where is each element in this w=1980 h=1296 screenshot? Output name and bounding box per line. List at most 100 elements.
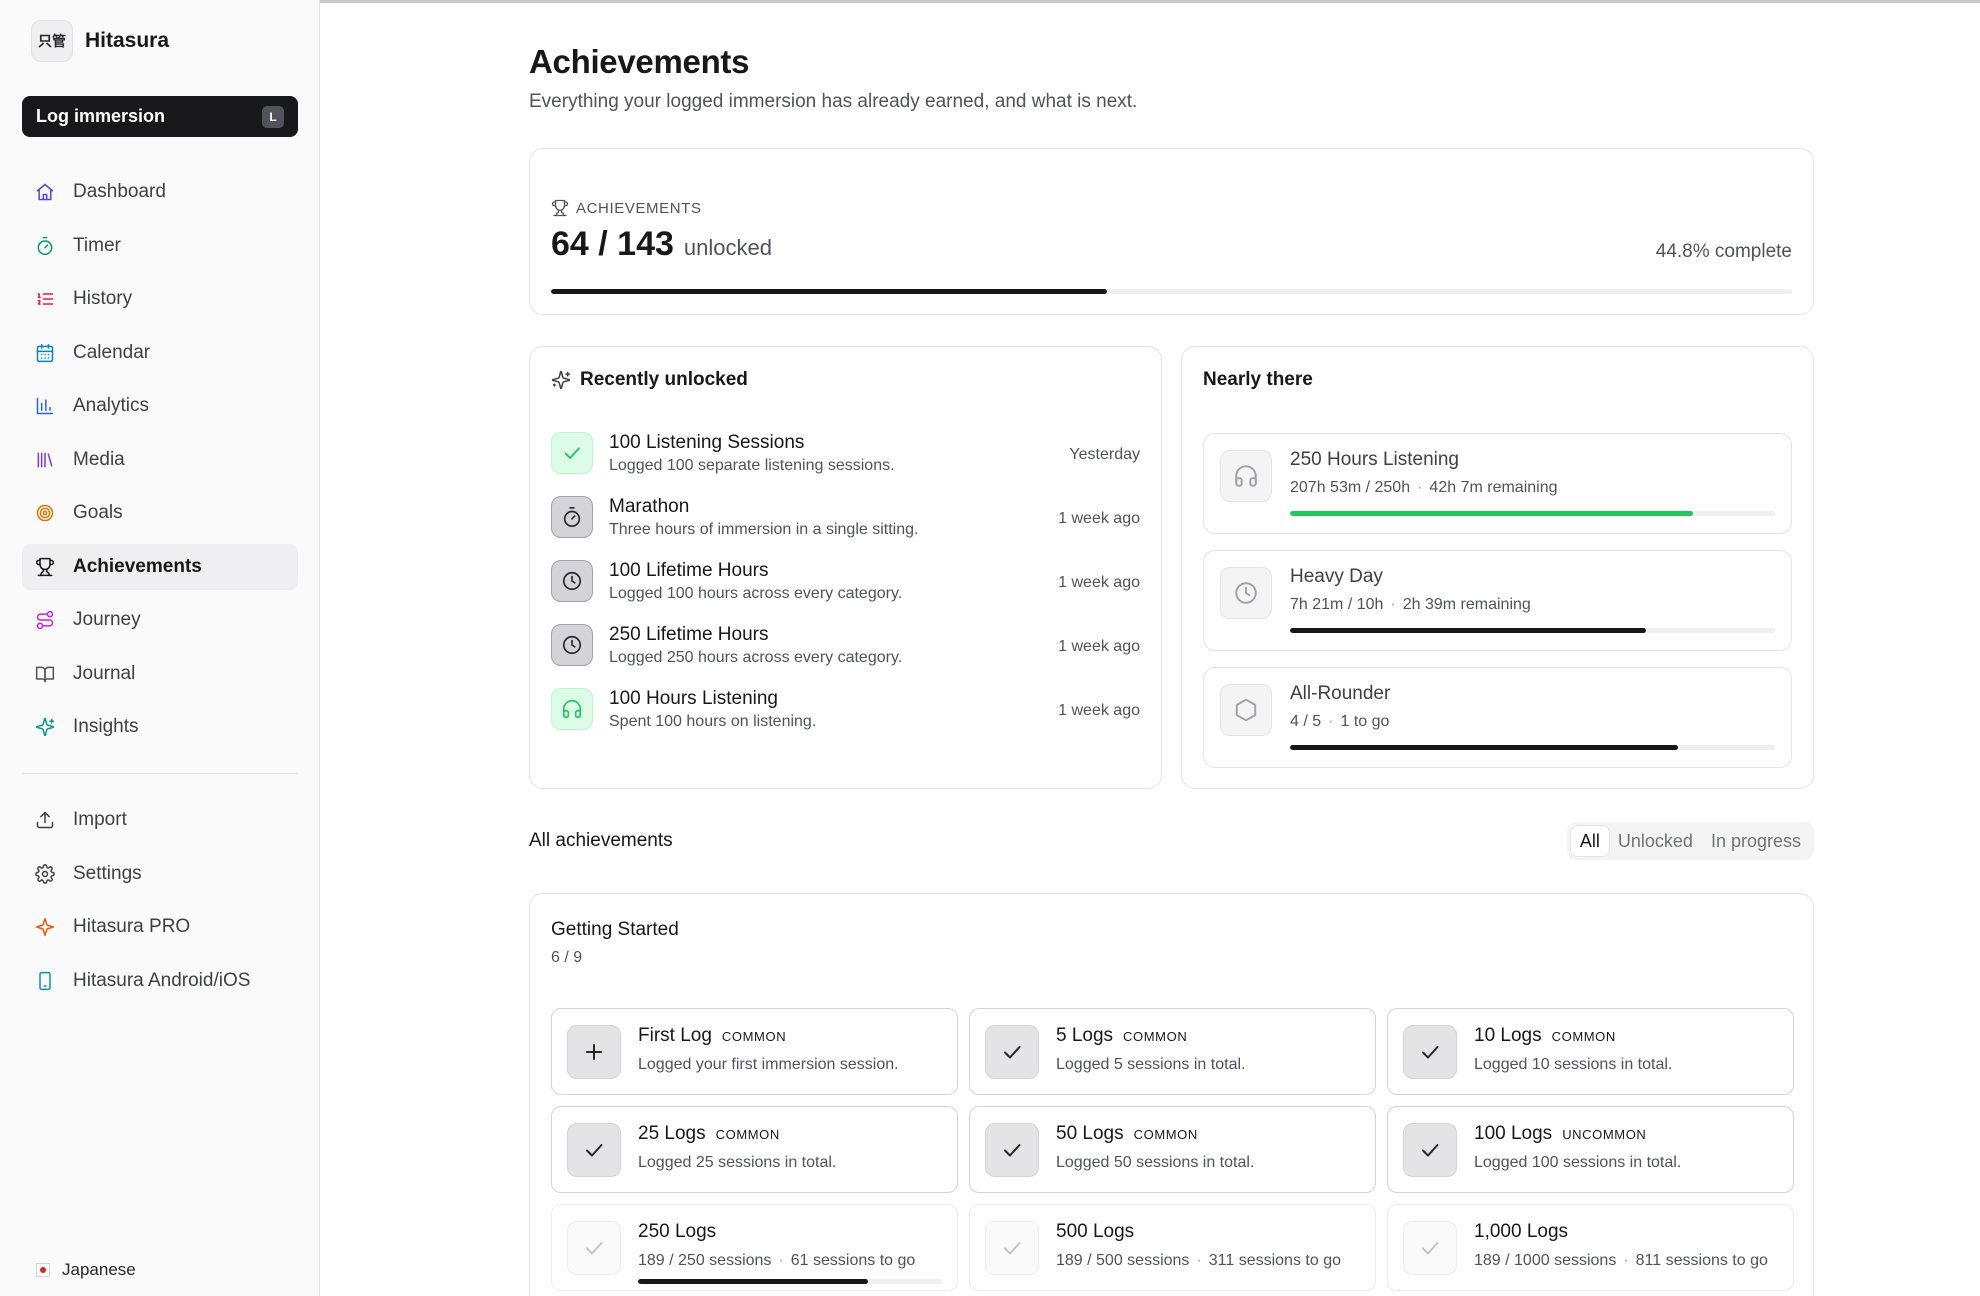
- nearly-item-progress-fill: [1290, 628, 1647, 633]
- nearly-item-remaining: 42h 7m remaining: [1429, 479, 1558, 496]
- sidebar-item-import[interactable]: Import: [22, 797, 298, 843]
- sidebar-item-calendar[interactable]: Calendar: [22, 330, 298, 376]
- achievement-card[interactable]: First Log COMMON Logged your first immersi…: [551, 1008, 958, 1095]
- achievement-title-row: 1,000 Logs: [1474, 1221, 1568, 1243]
- sidebar-item-settings[interactable]: Settings: [22, 851, 298, 897]
- nearly-item[interactable]: Heavy Day 7h 21m / 10h · 2h 39m remaining: [1203, 550, 1792, 651]
- nearly-item-progress-fill: [1290, 511, 1694, 516]
- recent-item-title: 100 Lifetime Hours: [609, 560, 769, 581]
- sidebar: 只管 Hitasura Log immersion L Dashboard Tim…: [0, 0, 320, 1296]
- recent-item[interactable]: 100 Lifetime Hours Logged 100 hours acros…: [551, 560, 1140, 624]
- achievement-progress-text: 189 / 1000 sessions: [1474, 1252, 1617, 1269]
- achievement-title: 10 Logs: [1474, 1025, 1542, 1046]
- sidebar-item-media[interactable]: Media: [22, 437, 298, 483]
- log-immersion-button[interactable]: Log immersion L: [22, 96, 298, 137]
- recent-item-description: Logged 250 hours across every category.: [609, 649, 903, 666]
- filter-all[interactable]: All: [1570, 826, 1609, 856]
- sidebar-item-label: Dashboard: [73, 181, 166, 202]
- brand[interactable]: 只管 Hitasura: [31, 20, 169, 62]
- achievement-card[interactable]: 50 Logs COMMON Logged 50 sessions in total…: [969, 1106, 1376, 1193]
- achievement-title: 25 Logs: [638, 1123, 706, 1144]
- recent-item[interactable]: Marathon Three hours of immersion in a si…: [551, 496, 1140, 560]
- sidebar-item-analytics[interactable]: Analytics: [22, 383, 298, 429]
- home-icon: [34, 181, 56, 203]
- recently-unlocked-title: Recently unlocked: [580, 369, 748, 390]
- route-icon: [34, 609, 56, 631]
- achievement-description: Logged 25 sessions in total.: [638, 1154, 837, 1171]
- rarity-badge: COMMON: [1551, 1029, 1616, 1044]
- filter-in-progress[interactable]: In progress: [1702, 826, 1810, 856]
- sidebar-item-achievements[interactable]: Achievements: [22, 543, 298, 590]
- recent-item[interactable]: 250 Lifetime Hours Logged 250 hours acros…: [551, 624, 1140, 688]
- sidebar-item-goals[interactable]: Goals: [22, 490, 298, 536]
- sidebar-item-journal[interactable]: Journal: [22, 651, 298, 697]
- sidebar-item-label: Insights: [73, 716, 139, 737]
- achievement-title: First Log: [638, 1025, 712, 1046]
- check-icon: [551, 432, 593, 474]
- sidebar-item-label: Hitasura PRO: [73, 916, 191, 937]
- sidebar-item-timer[interactable]: Timer: [22, 223, 298, 269]
- check-icon: [1403, 1025, 1457, 1079]
- nearly-item-progress-bar: [1290, 511, 1775, 516]
- achievement-card[interactable]: 1,000 Logs 189 / 1000 sessions · 811 sessio…: [1387, 1204, 1794, 1291]
- recent-item[interactable]: 100 Listening Sessions Logged 100 separat…: [551, 432, 1140, 496]
- trophy-icon: [34, 556, 56, 578]
- recent-item-text: 100 Lifetime Hours Logged 100 hours acros…: [609, 560, 902, 603]
- group-title: Getting Started: [551, 919, 679, 940]
- recent-item-title: 250 Lifetime Hours: [609, 624, 769, 645]
- brand-name: Hitasura: [85, 29, 170, 52]
- check-icon: [985, 1025, 1039, 1079]
- separator-dot: ·: [778, 1252, 784, 1269]
- primary-nav: Dashboard Timer History Calendar Analytics Me…: [22, 169, 298, 758]
- achievement-card[interactable]: 100 Logs UNCOMMON Logged 100 sessions in t…: [1387, 1106, 1794, 1193]
- summary-progress-bar: [551, 289, 1792, 294]
- sidebar-item-insights[interactable]: Insights: [22, 704, 298, 750]
- achievement-progress-meta: 189 / 250 sessions · 61 sessions to go: [638, 1251, 948, 1271]
- achievement-description: Logged your first immersion session.: [638, 1056, 899, 1073]
- rarity-badge: COMMON: [715, 1127, 780, 1142]
- achievement-title-row: 500 Logs: [1056, 1221, 1134, 1243]
- nearly-item-meta: 4 / 5 · 1 to go: [1290, 713, 1389, 731]
- achievement-title: 250 Logs: [638, 1221, 717, 1242]
- bar-chart-icon: [34, 395, 56, 417]
- rarity-badge: COMMON: [1133, 1127, 1198, 1142]
- achievement-card[interactable]: 250 Logs 189 / 250 sessions · 61 sessions t…: [551, 1204, 958, 1291]
- sidebar-item-hitasura-pro[interactable]: Hitasura PRO: [22, 904, 298, 950]
- recent-item-text: 100 Listening Sessions Logged 100 separat…: [609, 432, 895, 475]
- nearly-there-title: Nearly there: [1203, 369, 1313, 390]
- nearly-item[interactable]: All-Rounder 4 / 5 · 1 to go: [1203, 667, 1792, 768]
- recent-item-time: Yesterday: [1069, 446, 1140, 463]
- summary-count: 64 / 143 unlocked: [551, 225, 772, 264]
- sparkles-icon: [34, 716, 56, 738]
- sidebar-item-hitasura-android-ios[interactable]: Hitasura Android/iOS: [22, 958, 298, 1004]
- nearly-item-meta: 7h 21m / 10h · 2h 39m remaining: [1290, 596, 1531, 614]
- sidebar-item-dashboard[interactable]: Dashboard: [22, 169, 298, 215]
- rarity-badge: COMMON: [721, 1029, 787, 1044]
- nearly-item-progress-bar: [1290, 628, 1775, 633]
- separator-dot: ·: [1196, 1252, 1202, 1269]
- sparkle-icon: [34, 916, 56, 938]
- recent-list: 100 Listening Sessions Logged 100 separat…: [551, 432, 1140, 752]
- sidebar-item-label: Goals: [73, 502, 123, 523]
- nearly-item-meta: 207h 53m / 250h · 42h 7m remaining: [1290, 479, 1558, 497]
- achievement-card[interactable]: 5 Logs COMMON Logged 5 sessions in total.: [969, 1008, 1376, 1095]
- upload-icon: [34, 809, 56, 831]
- separator-dot: ·: [1417, 479, 1423, 496]
- sidebar-item-journey[interactable]: Journey: [22, 597, 298, 643]
- filter-unlocked[interactable]: Unlocked: [1609, 826, 1702, 856]
- achievement-card[interactable]: 10 Logs COMMON Logged 10 sessions in total…: [1387, 1008, 1794, 1095]
- recent-item[interactable]: 100 Hours Listening Spent 100 hours on li…: [551, 688, 1140, 752]
- brand-logo: 只管: [31, 20, 73, 62]
- recent-item-description: Spent 100 hours on listening.: [609, 713, 817, 730]
- sidebar-item-history[interactable]: History: [22, 276, 298, 322]
- gear-icon: [34, 863, 56, 885]
- nearly-item-progress-text: 4 / 5: [1290, 713, 1322, 730]
- sidebar-item-label: Analytics: [73, 395, 150, 416]
- achievement-card[interactable]: 25 Logs COMMON Logged 25 sessions in total…: [551, 1106, 958, 1193]
- language-selector[interactable]: Japanese: [36, 1260, 136, 1280]
- nearly-item[interactable]: 250 Hours Listening 207h 53m / 250h · 42h 7…: [1203, 433, 1792, 534]
- achievement-card[interactable]: 500 Logs 189 / 500 sessions · 311 sessions …: [969, 1204, 1376, 1291]
- target-icon: [34, 502, 56, 524]
- achievement-remaining: 61 sessions to go: [790, 1252, 916, 1269]
- achievement-title-row: 5 Logs COMMON: [1056, 1025, 1187, 1047]
